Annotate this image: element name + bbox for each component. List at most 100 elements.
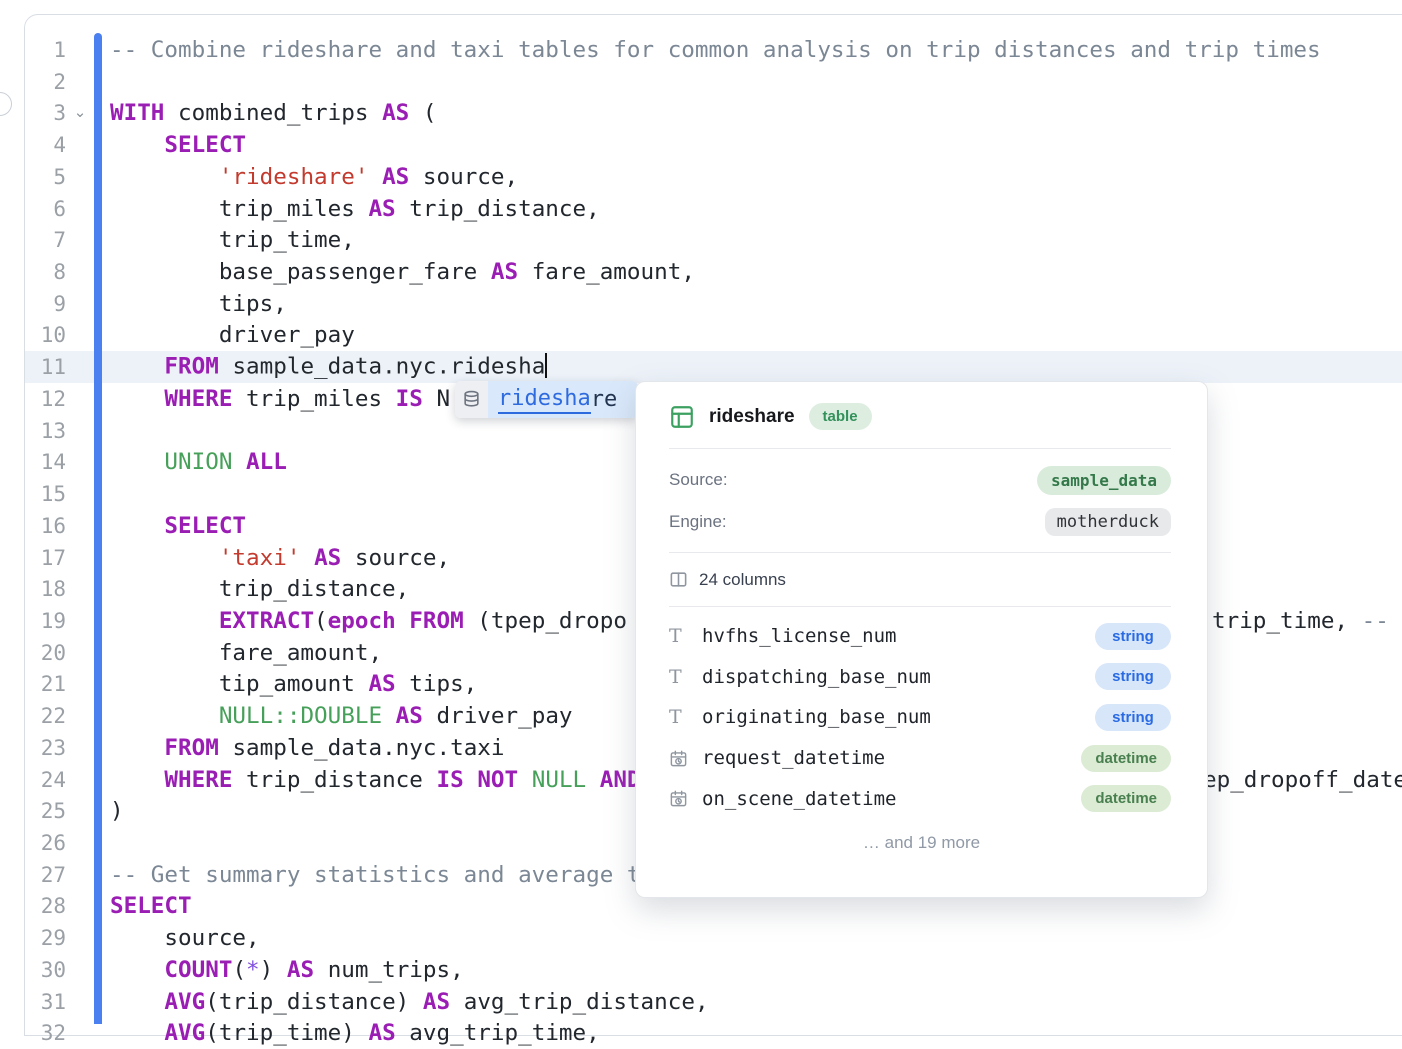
code-line[interactable]: 9 tips, (25, 288, 1402, 320)
text-cursor (545, 353, 547, 378)
code-text-fragment: trip_time, -- (1212, 608, 1389, 634)
code-line[interactable]: 2 (25, 66, 1402, 98)
column-row: request_datetime datetime (669, 738, 1171, 779)
engine-row: Engine: motherduck (669, 501, 1171, 543)
line-number: 29 (25, 926, 66, 950)
code-text: SELECT (110, 132, 246, 158)
code-text: 'rideshare' AS source, (110, 164, 518, 190)
code-text: trip_time, (110, 227, 355, 253)
code-line[interactable]: 30 COUNT(*) AS num_trips, (25, 954, 1402, 986)
more-columns-text: … and 19 more (636, 819, 1207, 853)
line-number: 6 (25, 197, 66, 221)
autocomplete-completion-rest: re (591, 387, 618, 412)
code-text: 'taxi' AS source, (110, 545, 450, 571)
column-name: hvfhs_license_num (702, 625, 896, 647)
line-number: 22 (25, 704, 66, 728)
line-number: 16 (25, 514, 66, 538)
table-name-title: rideshare (709, 406, 795, 428)
column-list: Thvfhs_license_numstringTdispatching_bas… (636, 607, 1207, 819)
code-line[interactable]: 7 trip_time, (25, 224, 1402, 256)
line-number: 17 (25, 546, 66, 570)
line-number: 24 (25, 768, 66, 792)
table-icon (669, 404, 695, 430)
line-number: 2 (25, 70, 66, 94)
code-line[interactable]: 6 trip_miles AS trip_distance, (25, 193, 1402, 225)
autocomplete-typed-match: ridesha (498, 386, 591, 414)
autocomplete-popup[interactable]: rideshare (455, 381, 638, 418)
column-type-badge: datetime (1081, 745, 1171, 772)
column-name: on_scene_datetime (702, 788, 896, 810)
code-text: WITH combined_trips AS ( (110, 100, 437, 126)
line-number: 23 (25, 736, 66, 760)
line-number: 10 (25, 323, 66, 347)
code-text: ) (110, 798, 124, 824)
changed-lines-bar (94, 33, 102, 1024)
source-row: Source: sample_data (669, 459, 1171, 501)
code-text: NULL::DOUBLE AS driver_pay (110, 703, 573, 729)
line-number: 27 (25, 863, 66, 887)
code-text: UNION ALL (110, 449, 287, 475)
code-text: SELECT (110, 513, 246, 539)
line-number: 1 (25, 38, 66, 62)
source-value-badge: sample_data (1037, 466, 1171, 495)
line-number: 12 (25, 387, 66, 411)
code-line[interactable]: 8 base_passenger_fare AS fare_amount, (25, 256, 1402, 288)
engine-value-badge: motherduck (1045, 508, 1171, 536)
code-text: WHERE trip_distance IS NOT NULL AND (110, 767, 641, 793)
table-metadata: Source: sample_data Engine: motherduck (636, 449, 1207, 552)
code-line[interactable]: 4 SELECT (25, 129, 1402, 161)
text-icon: T (669, 666, 691, 688)
code-text: FROM sample_data.nyc.ridesha (110, 353, 547, 381)
line-number: 14 (25, 450, 66, 474)
text-icon: T (669, 706, 691, 728)
line-number: 28 (25, 894, 66, 918)
code-line[interactable]: 32 AVG(trip_time) AS avg_trip_time, (25, 1017, 1402, 1049)
calendar-clock-icon (669, 789, 691, 808)
engine-label: Engine: (669, 512, 727, 532)
line-number: 4 (25, 133, 66, 157)
column-type-badge: string (1095, 663, 1171, 690)
code-line[interactable]: 31 AVG(trip_distance) AS avg_trip_distan… (25, 986, 1402, 1018)
code-line[interactable]: 29 source, (25, 922, 1402, 954)
fold-chevron-icon[interactable]: ⌄ (66, 108, 94, 118)
code-line[interactable]: 1 -- Combine rideshare and taxi tables fo… (25, 34, 1402, 66)
code-text: source, (110, 925, 260, 951)
code-text: base_passenger_fare AS fare_amount, (110, 259, 695, 285)
code-line[interactable]: 10 driver_pay (25, 320, 1402, 352)
line-number: 8 (25, 260, 66, 284)
line-number: 31 (25, 990, 66, 1014)
line-number: 32 (25, 1021, 66, 1045)
code-text: fare_amount, (110, 640, 382, 666)
code-text: -- Combine rideshare and taxi tables for… (110, 37, 1321, 63)
code-text: tips, (110, 291, 287, 317)
code-text: EXTRACT(epoch FROM (tpep_dropo (110, 608, 627, 634)
autocomplete-item-rideshare[interactable]: rideshare (488, 381, 638, 418)
table-info-popup: rideshare table Source: sample_data Engi… (635, 381, 1208, 898)
code-text: WHERE trip_miles IS N (110, 386, 450, 412)
column-row: Toriginating_base_numstring (669, 697, 1171, 738)
line-number: 15 (25, 482, 66, 506)
line-number: 21 (25, 672, 66, 696)
column-type-badge: string (1095, 623, 1171, 650)
partial-circle-widget[interactable] (0, 92, 12, 116)
line-number: 9 (25, 292, 66, 316)
code-text: FROM sample_data.nyc.taxi (110, 735, 505, 761)
code-text: SELECT (110, 893, 192, 919)
line-number: 3 (25, 101, 66, 125)
line-number: 30 (25, 958, 66, 982)
column-name: dispatching_base_num (702, 666, 931, 688)
code-line[interactable]: 11 FROM sample_data.nyc.ridesha (25, 351, 1402, 383)
source-label: Source: (669, 470, 728, 490)
object-type-badge: table (809, 403, 872, 430)
code-text: trip_distance, (110, 576, 409, 602)
line-number: 7 (25, 228, 66, 252)
column-name: request_datetime (702, 747, 885, 769)
column-name: originating_base_num (702, 706, 931, 728)
code-line[interactable]: 5 'rideshare' AS source, (25, 161, 1402, 193)
code-text: tip_amount AS tips, (110, 671, 477, 697)
columns-summary-row: 24 columns (636, 553, 1207, 606)
line-number: 13 (25, 419, 66, 443)
code-line[interactable]: 3⌄ WITH combined_trips AS ( (25, 98, 1402, 130)
table-info-header: rideshare table (636, 382, 1207, 448)
columns-summary-text: 24 columns (699, 570, 786, 590)
